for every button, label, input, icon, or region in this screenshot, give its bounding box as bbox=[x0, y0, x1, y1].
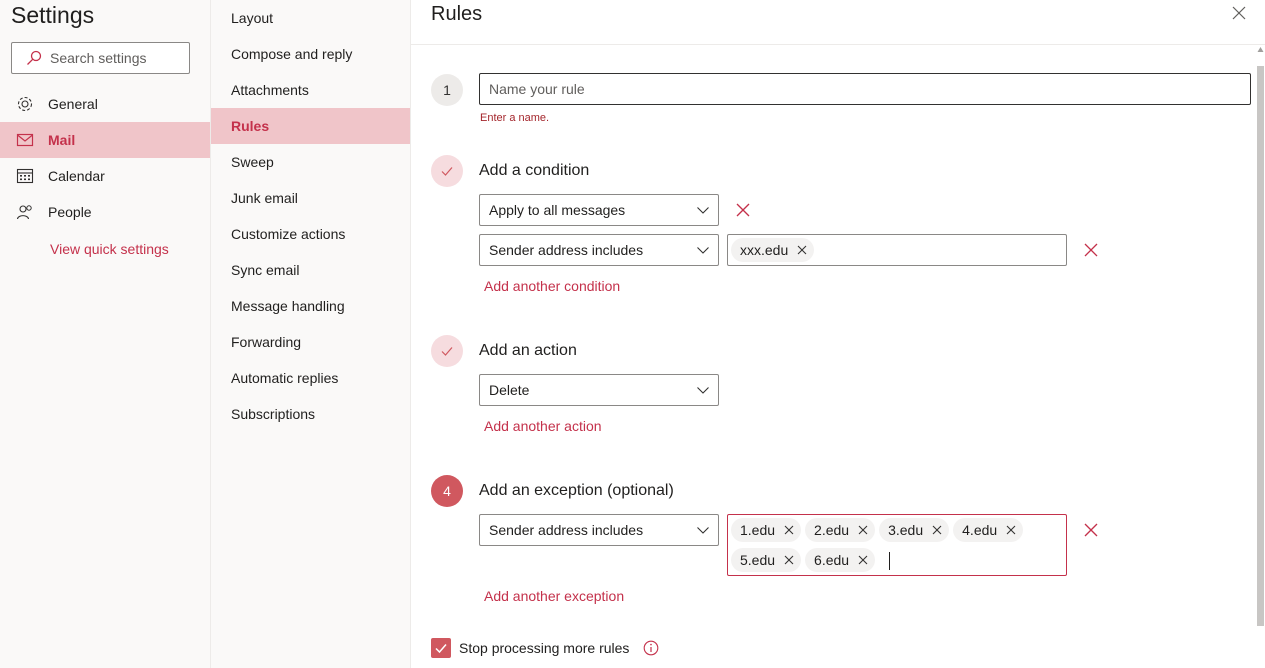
info-icon[interactable] bbox=[643, 640, 659, 656]
address-tag: 6.edu bbox=[805, 548, 876, 572]
mail-nav-junk-email[interactable]: Junk email bbox=[211, 180, 410, 216]
remove-tag-icon[interactable] bbox=[857, 554, 869, 566]
address-tag-text: 5.edu bbox=[740, 552, 776, 568]
condition-address-tagbox[interactable]: xxx.edu bbox=[727, 234, 1067, 266]
rule-name-field[interactable] bbox=[479, 73, 1251, 105]
text-caret bbox=[889, 552, 891, 571]
add-another-action-link[interactable]: Add another action bbox=[484, 418, 602, 434]
calendar-icon bbox=[16, 168, 34, 184]
checkmark-icon bbox=[441, 167, 453, 176]
mail-settings-nav-pane: Layout Compose and reply Attachments Rul… bbox=[211, 0, 411, 668]
delete-condition-1-icon[interactable] bbox=[736, 203, 750, 217]
add-exception-heading: Add an exception (optional) bbox=[479, 482, 674, 499]
mail-icon bbox=[16, 133, 34, 147]
mail-nav-compose-and-reply[interactable]: Compose and reply bbox=[211, 36, 410, 72]
address-tag-text: 3.edu bbox=[888, 522, 924, 538]
mail-nav-customize-actions[interactable]: Customize actions bbox=[211, 216, 410, 252]
search-settings-input[interactable] bbox=[50, 50, 180, 66]
step-complete-condition bbox=[431, 155, 463, 187]
mail-nav-sweep[interactable]: Sweep bbox=[211, 144, 410, 180]
mail-nav-forwarding[interactable]: Forwarding bbox=[211, 324, 410, 360]
sidebar-item-label: General bbox=[48, 96, 98, 112]
rule-name-error: Enter a name. bbox=[480, 112, 550, 124]
delete-exception-icon[interactable] bbox=[1084, 523, 1098, 537]
add-condition-heading: Add a condition bbox=[479, 162, 590, 179]
delete-condition-2-icon[interactable] bbox=[1084, 243, 1098, 257]
address-tag-text: 4.edu bbox=[962, 522, 998, 538]
action-dropdown[interactable]: Delete bbox=[479, 374, 719, 406]
settings-title: Settings bbox=[11, 2, 95, 28]
settings-sidebar: Settings General Mail Calendar People Vi… bbox=[0, 0, 211, 668]
remove-tag-icon[interactable] bbox=[796, 244, 808, 256]
add-another-exception-link[interactable]: Add another exception bbox=[484, 588, 624, 604]
action-dropdown-value: Delete bbox=[489, 382, 530, 398]
people-icon bbox=[16, 205, 32, 220]
condition-dropdown-2[interactable]: Sender address includes bbox=[479, 234, 719, 266]
address-tag-text: 6.edu bbox=[814, 552, 850, 568]
address-tag-text: 2.edu bbox=[814, 522, 850, 538]
chevron-down-icon bbox=[697, 387, 709, 394]
stop-processing-row: Stop processing more rules bbox=[431, 638, 659, 658]
remove-tag-icon[interactable] bbox=[857, 524, 869, 536]
checkmark-icon bbox=[435, 644, 447, 654]
exception-dropdown[interactable]: Sender address includes bbox=[479, 514, 719, 546]
page-title: Rules bbox=[431, 3, 483, 25]
close-icon[interactable] bbox=[1231, 5, 1247, 21]
sidebar-item-label: People bbox=[48, 204, 92, 220]
step-number-4: 4 bbox=[431, 475, 463, 507]
condition-dropdown-1-value: Apply to all messages bbox=[489, 202, 626, 218]
settings-category-nav: General Mail Calendar People bbox=[0, 86, 210, 230]
stop-processing-checkbox[interactable] bbox=[431, 638, 451, 658]
address-tag: 5.edu bbox=[731, 548, 802, 572]
remove-tag-icon[interactable] bbox=[783, 524, 795, 536]
mail-nav-layout[interactable]: Layout bbox=[211, 0, 410, 36]
sidebar-item-calendar[interactable]: Calendar bbox=[0, 158, 210, 194]
step-number-1: 1 bbox=[431, 74, 463, 106]
add-action-heading: Add an action bbox=[479, 342, 577, 359]
chevron-down-icon bbox=[697, 527, 709, 534]
address-tag: 3.edu bbox=[879, 518, 950, 542]
condition-dropdown-2-value: Sender address includes bbox=[489, 242, 644, 258]
exception-dropdown-value: Sender address includes bbox=[489, 522, 644, 538]
address-tag: 1.edu bbox=[731, 518, 802, 542]
address-tag: 2.edu bbox=[805, 518, 876, 542]
search-icon bbox=[27, 50, 42, 65]
scrollbar[interactable] bbox=[1256, 44, 1265, 668]
stop-processing-label: Stop processing more rules bbox=[459, 640, 630, 656]
add-another-condition-link[interactable]: Add another condition bbox=[484, 278, 620, 294]
rule-name-input[interactable] bbox=[489, 81, 1250, 97]
checkmark-icon bbox=[441, 347, 453, 356]
address-tag-text: 1.edu bbox=[740, 522, 776, 538]
sidebar-item-label: Mail bbox=[48, 132, 76, 148]
remove-tag-icon[interactable] bbox=[931, 524, 943, 536]
mail-nav-automatic-replies[interactable]: Automatic replies bbox=[211, 360, 410, 396]
mail-nav-rules[interactable]: Rules bbox=[211, 108, 410, 144]
mail-nav-attachments[interactable]: Attachments bbox=[211, 72, 410, 108]
header-divider bbox=[411, 44, 1265, 45]
search-settings-box[interactable] bbox=[11, 42, 190, 74]
sidebar-item-label: Calendar bbox=[48, 168, 105, 184]
gear-icon bbox=[17, 96, 33, 112]
chevron-down-icon bbox=[697, 247, 709, 254]
mail-nav-message-handling[interactable]: Message handling bbox=[211, 288, 410, 324]
address-tag-text: xxx.edu bbox=[740, 242, 789, 258]
remove-tag-icon[interactable] bbox=[1005, 524, 1017, 536]
remove-tag-icon[interactable] bbox=[783, 554, 795, 566]
step-complete-action bbox=[431, 335, 463, 367]
exception-address-tagbox[interactable]: 1.edu 2.edu 3.edu 4.edu 5.edu 6.edu bbox=[727, 514, 1067, 576]
mail-nav-subscriptions[interactable]: Subscriptions bbox=[211, 396, 410, 432]
sidebar-item-people[interactable]: People bbox=[0, 194, 210, 230]
chevron-down-icon bbox=[697, 207, 709, 214]
address-tag: xxx.edu bbox=[731, 238, 815, 262]
sidebar-item-general[interactable]: General bbox=[0, 86, 210, 122]
mail-settings-nav: Layout Compose and reply Attachments Rul… bbox=[211, 0, 410, 432]
condition-dropdown-1[interactable]: Apply to all messages bbox=[479, 194, 719, 226]
rules-editor: Rules 1 Enter a name. Add a condition Ap… bbox=[411, 0, 1265, 668]
mail-nav-sync-email[interactable]: Sync email bbox=[211, 252, 410, 288]
view-quick-settings-link[interactable]: View quick settings bbox=[50, 241, 169, 257]
sidebar-item-mail[interactable]: Mail bbox=[0, 122, 210, 158]
address-tag: 4.edu bbox=[953, 518, 1024, 542]
